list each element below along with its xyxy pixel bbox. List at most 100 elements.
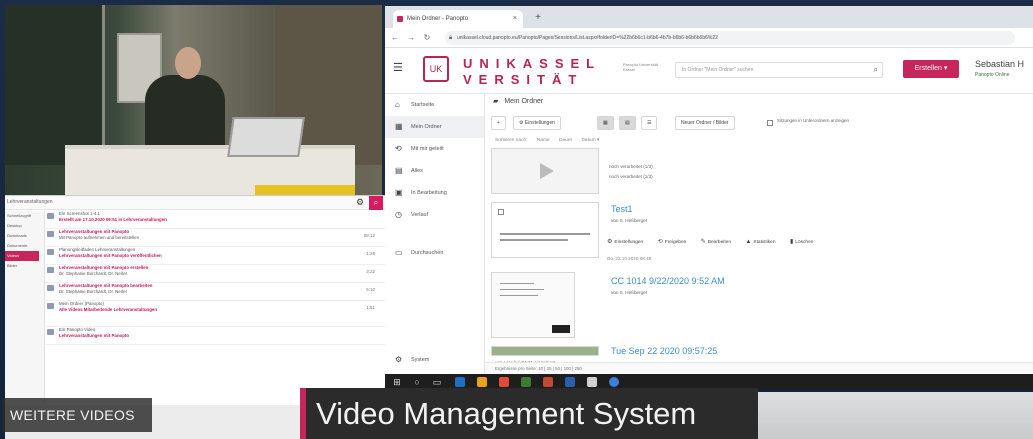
share-icon: ⟲ [395,144,402,153]
task-view-icon[interactable]: ▭ [431,376,443,388]
share-action[interactable]: ⟲ Freigeben [658,235,687,250]
windows-start-icon[interactable]: ⊞ [391,376,403,388]
back-icon[interactable]: ← [389,31,401,45]
file-list-window: Lehrveranstaltungen ⚙ ⌕ Schnellzugriff D… [5,195,385,405]
search-input[interactable]: In Ordner "Mein Ordner" suchen ⌕ [675,62,883,78]
search-icon[interactable]: ○ [411,376,423,388]
session-date: Do, 22.10.2020 08:48 [607,256,652,261]
library-icon: ▤ [395,166,403,175]
sidebar-item-home[interactable]: ⌂ Startseite [385,94,484,116]
word-icon[interactable] [565,377,575,387]
sidebar-item-system[interactable]: ⚙ System [385,352,485,368]
sidebar-item-my-folder[interactable]: ▦ Mein Ordner [385,116,484,138]
new-tab-icon[interactable]: + [531,11,545,25]
list-item[interactable]: Lehrveranstaltungen mit Panopto erstelle… [45,265,385,283]
file-explorer-icon[interactable] [477,377,487,387]
chrome-icon[interactable] [499,377,509,387]
list-item[interactable]: Ein Screenshot 1-4.1 Erstellt am 17.10.2… [45,211,385,229]
lectern-stripe [255,185,355,195]
browser-tab-strip: Mein Ordner - Panopto × + [385,6,1033,28]
session-thumbnail[interactable] [491,202,599,258]
sort-by-date[interactable]: Datum ▾ [581,138,599,143]
search-icon[interactable]: ⌕ [874,63,878,77]
browser-address-bar: ← → ↻ 🔒︎ unikassel.cloud.panopto.eu/Pano… [385,28,1033,48]
sidebar-item-everything[interactable]: ▤ Alles [385,160,484,182]
chalkboard [5,5,105,165]
results-per-page-bar: Ergebnisse pro Seite: 10 | 25 | 50 | 100… [485,362,1033,374]
panopto-icon[interactable] [609,377,619,387]
edit-action[interactable]: ✎ Bearbeiten [701,235,731,250]
sidebar-item-browse[interactable]: ▭ Durchsuchen [385,242,484,264]
file-list-sidebar-item[interactable]: Dokumente [5,241,44,251]
session-author: von S. Heßberger [611,290,648,295]
user-name[interactable]: Sebastian H [975,59,1024,69]
list-item[interactable]: Lehrveranstaltungen mit Panopto Mit Pano… [45,229,385,247]
chart-icon: ▲ [745,239,752,245]
excel-icon[interactable] [521,377,531,387]
file-list-sidebar-item[interactable]: Schnellzugriff [5,211,44,221]
folder-settings-button[interactable]: ⚙ Einstellungen [513,116,561,130]
file-list-sidebar-item[interactable]: Desktop [5,221,44,231]
delete-action[interactable]: ▮ Löschen [790,235,813,250]
session-title[interactable]: Tue Sep 22 2020 09:57:25 [611,346,717,356]
list-item[interactable]: Mein Ordner (Panopto) Alle Videos Mitarb… [45,301,385,327]
browser-tab[interactable]: Mein Ordner - Panopto × [393,10,523,28]
forward-icon[interactable]: → [405,31,417,45]
list-item[interactable]: Ein Panopto Video Lehrveranstaltungen mi… [45,327,385,345]
reload-icon[interactable]: ↻ [421,31,433,45]
pencil-icon: ✎ [700,239,706,245]
file-list-sidebar-item-active[interactable]: Videos [5,251,39,261]
action-label: Freigeben [664,240,687,245]
sort-label: Sortieren nach: [495,138,528,143]
session-thumbnail[interactable] [491,148,599,194]
url-field[interactable]: 🔒︎ unikassel.cloud.panopto.eu/Panopto/Pa… [445,31,1015,45]
gear-icon: ⚙ [607,239,613,245]
close-icon[interactable]: × [513,10,517,28]
settings-action[interactable]: ⚙ Einstellungen [607,235,643,250]
create-button[interactable]: Erstellen ▾ [903,60,959,78]
sort-by-name[interactable]: Name [537,138,550,143]
search-icon[interactable]: ⌕ [369,196,383,210]
powerpoint-icon[interactable] [543,377,553,387]
file-list: Ein Screenshot 1-4.1 Erstellt am 17.10.2… [45,211,385,405]
document-line [500,233,590,235]
session-thumbnail[interactable] [491,272,575,338]
sort-by-duration[interactable]: Dauer [559,138,572,143]
file-list-search-text[interactable]: Lehrveranstaltungen [7,199,53,205]
sidebar-item-label: Verlauf [411,212,429,218]
sidebar-item-shared[interactable]: ⟲ Mit mir geteilt [385,138,484,160]
list-item-duration: 1:51 [366,305,375,310]
edge-icon[interactable] [455,377,465,387]
new-folder-button[interactable]: Neuer Ordner / Bilder [675,116,735,130]
add-button[interactable]: + [491,116,506,130]
university-logo-line1: UNIKASSEL [463,56,602,71]
list-item-duration: 1:26 [366,251,375,256]
list-item[interactable]: Lehrveranstaltungen mit Panopto bearbeit… [45,283,385,301]
sidebar-item-in-progress[interactable]: ▣ In Bearbeitung [385,182,484,204]
grid-view-button[interactable]: ▦ [597,116,614,130]
detail-view-button[interactable]: ▤ [619,116,636,130]
vms-header: ☰ UK UNIKASSEL VERSITÄT Panopto Universi… [385,48,1033,94]
file-list-sidebar-item[interactable]: Downloads [5,231,44,241]
app-icon[interactable] [587,377,597,387]
session-title[interactable]: CC 1014 9/22/2020 9:52 AM [611,276,725,286]
session-thumbnail[interactable] [491,346,599,356]
more-videos-button[interactable]: WEITERE VIDEOS [2,398,152,432]
sidebar-item-history[interactable]: ◷ Verlauf [385,204,484,226]
menu-icon[interactable]: ☰ [393,62,405,74]
vms-main-content: ▰ Mein Ordner + ⚙ Einstellungen ▦ ▤ ☰ Ne… [485,94,1033,374]
show-subfolders-checkbox[interactable] [767,120,773,126]
list-view-button[interactable]: ☰ [641,116,658,130]
list-item[interactable]: Planungsleitfaden Lehrveranstaltungen Le… [45,247,385,265]
settings-icon[interactable]: ⚙ [355,197,365,207]
sort-bar: Sortieren nach: Name Dauer Datum ▾ [495,138,607,143]
user-status: Panopto Online [975,72,1010,78]
session-select-checkbox[interactable] [498,209,504,215]
list-item-duration: 08:12 [363,233,375,238]
trash-icon: ▮ [789,239,794,245]
session-title[interactable]: Test1 [611,204,633,214]
file-list-sidebar-item[interactable]: Bilder [5,261,44,271]
home-icon: ⌂ [395,100,400,109]
stats-action[interactable]: ▲ Statistiken [745,235,775,250]
lecturer-head [175,47,201,79]
